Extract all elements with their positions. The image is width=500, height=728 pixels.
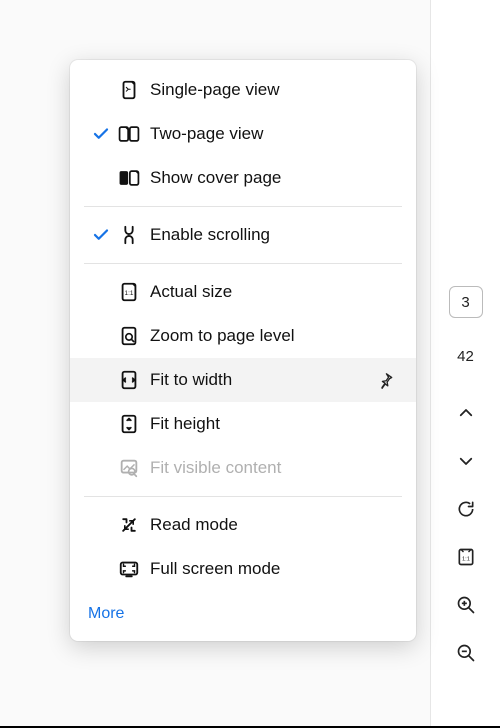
menu-item-label: Two-page view — [144, 124, 400, 144]
menu-item-label: Actual size — [144, 282, 400, 302]
menu-separator — [84, 496, 402, 497]
menu-item-zoom-page-level[interactable]: Zoom to page level — [70, 314, 416, 358]
menu-item-label: Single-page view — [144, 80, 400, 100]
page-total-label: 42 — [457, 348, 474, 365]
menu-item-two-page[interactable]: Two-page view — [70, 112, 416, 156]
menu-item-label: Read mode — [144, 515, 400, 535]
svg-text:1:1: 1:1 — [125, 290, 134, 297]
rotate-icon — [456, 499, 476, 519]
fit-height-icon — [114, 413, 144, 435]
menu-item-single-page[interactable]: Single-page view — [70, 68, 416, 112]
menu-item-fit-width[interactable]: Fit to width — [70, 358, 416, 402]
cover-page-icon — [114, 167, 144, 189]
view-menu-popup: Single-page view Two-page view Show cove… — [70, 60, 416, 641]
more-link[interactable]: More — [70, 591, 416, 627]
page-number-input[interactable]: 3 — [449, 286, 483, 318]
single-page-icon — [114, 79, 144, 101]
two-page-icon — [114, 123, 144, 145]
one-to-one-icon: 1:1 — [456, 547, 476, 567]
chevron-down-icon — [457, 452, 475, 470]
full-screen-icon — [114, 558, 144, 580]
checkmark-icon — [88, 226, 114, 244]
actual-size-button[interactable]: 1:1 — [452, 543, 480, 571]
menu-item-label: Fit height — [144, 414, 400, 434]
menu-item-fit-visible: Fit visible content — [70, 446, 416, 490]
menu-item-enable-scrolling[interactable]: Enable scrolling — [70, 213, 416, 257]
page-down-button[interactable] — [452, 447, 480, 475]
fit-width-icon — [114, 369, 144, 391]
scrolling-icon — [114, 224, 144, 246]
menu-separator — [84, 206, 402, 207]
pin-icon — [372, 371, 400, 389]
zoom-in-button[interactable] — [452, 591, 480, 619]
chevron-up-icon — [457, 404, 475, 422]
zoom-out-button[interactable] — [452, 639, 480, 667]
menu-item-label: Show cover page — [144, 168, 400, 188]
menu-item-cover-page[interactable]: Show cover page — [70, 156, 416, 200]
menu-item-label: Fit to width — [144, 370, 372, 390]
menu-item-label: Enable scrolling — [144, 225, 400, 245]
menu-item-fit-height[interactable]: Fit height — [70, 402, 416, 446]
menu-separator — [84, 263, 402, 264]
menu-item-label: Fit visible content — [144, 458, 400, 478]
read-mode-icon — [114, 515, 144, 535]
menu-item-actual-size[interactable]: 1:1 Actual size — [70, 270, 416, 314]
rotate-button[interactable] — [452, 495, 480, 523]
menu-item-label: Zoom to page level — [144, 326, 400, 346]
menu-item-label: Full screen mode — [144, 559, 400, 579]
checkmark-icon — [88, 125, 114, 143]
menu-item-full-screen[interactable]: Full screen mode — [70, 547, 416, 591]
zoom-out-icon — [456, 643, 476, 663]
page-up-button[interactable] — [452, 399, 480, 427]
fit-visible-icon — [114, 457, 144, 479]
zoom-in-icon — [456, 595, 476, 615]
menu-item-read-mode[interactable]: Read mode — [70, 503, 416, 547]
svg-text:1:1: 1:1 — [461, 556, 469, 562]
zoom-page-icon — [114, 325, 144, 347]
right-toolbar: 3 42 1:1 — [430, 0, 500, 728]
actual-size-icon: 1:1 — [114, 281, 144, 303]
